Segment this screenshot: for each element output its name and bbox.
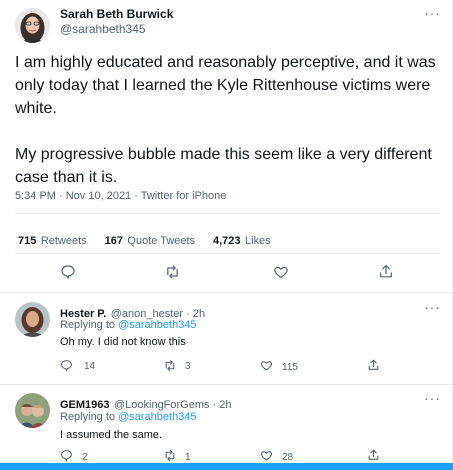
like-icon[interactable]: [260, 449, 273, 462]
divider: [0, 384, 453, 385]
quotes-label: Quote Tweets: [127, 235, 196, 247]
reply-author-name[interactable]: GEM1963: [60, 399, 110, 411]
author-avatar[interactable]: [15, 8, 50, 43]
divider: [0, 292, 453, 293]
retweet-count: 1: [185, 452, 191, 463]
author-name[interactable]: Sarah Beth Burwick: [60, 7, 173, 21]
tweet-timestamp[interactable]: 5:34 PM · Nov 10, 2021 · Twitter for iPh…: [15, 190, 226, 202]
reply-count: 14: [84, 361, 96, 372]
more-options-button[interactable]: ···: [424, 5, 441, 21]
share-icon[interactable]: [367, 448, 380, 462]
tweet-text: I am highly educated and reasonably perc…: [15, 51, 445, 189]
replying-to: Replying to @sarahbeth345: [60, 319, 197, 331]
replying-to-handle[interactable]: @sarahbeth345: [118, 411, 196, 423]
tweet-stats: 715 Retweets 167 Quote Tweets 4,723 Like…: [18, 231, 271, 249]
author-handle[interactable]: @sarahbeth345: [60, 22, 146, 36]
retweet-count: 3: [185, 361, 191, 372]
tweet-paragraph-2: My progressive bubble made this seem lik…: [15, 146, 432, 186]
reply-author-handle[interactable]: @LookingForGems · 2h: [114, 399, 232, 411]
reply-text: I assumed the same.: [60, 429, 163, 441]
like-icon[interactable]: [260, 359, 273, 372]
like-count: 115: [282, 362, 298, 373]
bottom-highlight-bar: [0, 463, 453, 470]
reply-icon[interactable]: [60, 359, 73, 372]
likes-stat[interactable]: 4,723 Likes: [213, 231, 271, 248]
retweets-count: 715: [18, 235, 37, 247]
reply-avatar[interactable]: [15, 302, 50, 337]
likes-count: 4,723: [212, 235, 241, 247]
reply-count: 2: [82, 452, 88, 463]
divider: [15, 213, 440, 214]
likes-label: Likes: [244, 235, 271, 247]
replying-to-label: Replying to: [60, 411, 116, 423]
reply-text: Oh my. I did not know this: [60, 336, 186, 348]
reply-icon[interactable]: [60, 264, 76, 280]
replying-to: Replying to @sarahbeth345: [60, 411, 197, 423]
retweet-icon[interactable]: [163, 359, 177, 372]
share-icon[interactable]: [367, 358, 380, 372]
retweets-label: Retweets: [40, 235, 87, 247]
divider: [15, 253, 440, 254]
more-options-button[interactable]: ···: [424, 299, 441, 315]
retweet-icon[interactable]: [164, 264, 181, 280]
quotes-stat[interactable]: 167 Quote Tweets: [105, 231, 200, 248]
replying-to-handle[interactable]: @sarahbeth345: [118, 319, 196, 331]
retweet-icon[interactable]: [163, 449, 177, 462]
tweet-thread: Sarah Beth Burwick @sarahbeth345 ··· I a…: [0, 0, 453, 470]
tweet-paragraph-1: I am highly educated and reasonably perc…: [15, 54, 436, 117]
quotes-count: 167: [104, 235, 123, 247]
like-icon[interactable]: [273, 264, 289, 280]
reply-icon[interactable]: [60, 449, 73, 462]
share-icon[interactable]: [378, 263, 394, 280]
retweets-stat[interactable]: 715 Retweets: [18, 231, 91, 248]
reply-avatar[interactable]: [15, 393, 50, 428]
like-count: 28: [282, 452, 294, 463]
replying-to-label: Replying to: [60, 319, 116, 331]
more-options-button[interactable]: ···: [424, 390, 441, 406]
